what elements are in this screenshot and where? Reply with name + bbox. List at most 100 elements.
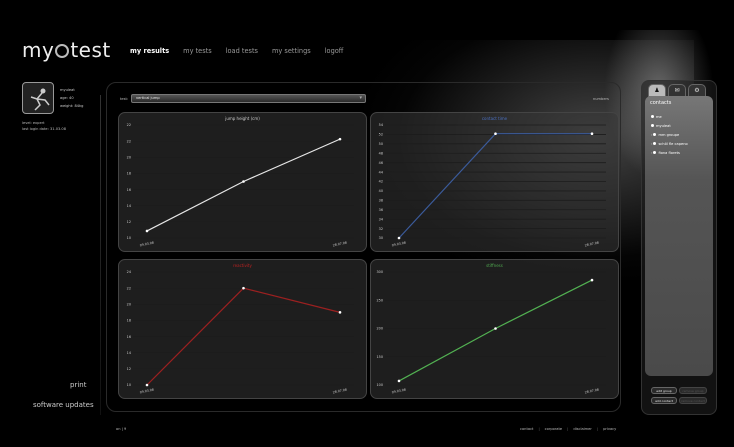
footer-privacy[interactable]: privacy xyxy=(603,427,616,431)
x-tick-label: 09.03.08 xyxy=(139,388,154,395)
profile-name: myuleat xyxy=(60,88,75,92)
y-tick-label: 14 xyxy=(127,351,131,355)
test-select-value: vertical jump xyxy=(136,96,160,100)
pager-text[interactable]: on | 9 xyxy=(116,427,126,431)
top-navigation: my results my tests load tests my settin… xyxy=(130,47,343,55)
chart-jump-height: 22 22 20 18 16 14 12 10 09.03.08 28.07.08 jump he… xyxy=(118,112,367,252)
data-point xyxy=(590,278,594,282)
logo-o-icon xyxy=(55,44,70,58)
nav-my-tests[interactable]: my tests xyxy=(183,47,212,55)
y-tick-label: 150 xyxy=(377,355,383,359)
x-tick-label: 09.03.08 xyxy=(139,241,154,248)
x-tick-label: 28.07.08 xyxy=(332,388,347,395)
y-tick-label: 48 xyxy=(379,151,383,155)
data-point xyxy=(338,311,342,314)
contacts-list: me myuleat › mm groupe › schöl fle capeno … xyxy=(651,113,688,158)
test-select[interactable]: vertical jump ▾ xyxy=(131,94,366,103)
divider xyxy=(100,95,101,415)
chart-svg: 22 22 20 18 16 14 12 10 09.03.08 28.07.08 xyxy=(127,123,354,248)
contact-item[interactable]: › fiona florets xyxy=(651,149,688,158)
x-tick-label: 28.07.08 xyxy=(584,241,599,248)
test-label: test: xyxy=(120,97,129,101)
print-link[interactable]: print xyxy=(70,381,86,389)
chart-svg: 54 52 50 48 46 44 42 40 38 36 34 32 30 09.03.08 28.07.… xyxy=(379,123,606,248)
y-tick-label: 14 xyxy=(127,204,131,208)
data-point xyxy=(242,286,245,290)
nav-logoff[interactable]: logoff xyxy=(325,47,344,55)
chart-title: contact time xyxy=(481,116,508,121)
x-tick-label: 09.03.08 xyxy=(391,241,406,248)
y-tick-label: 22 xyxy=(127,139,131,143)
y-tick-label: 52 xyxy=(379,133,383,137)
remove-contact-button[interactable]: remove contact xyxy=(679,397,707,404)
series-line xyxy=(146,138,341,232)
numbers-toggle[interactable]: numbers xyxy=(593,97,609,101)
profile-last-login: last login date: 31.03.08 xyxy=(22,127,66,131)
chart-title: stiffness xyxy=(486,263,503,268)
chart-reactivity: 24 22 20 18 16 14 12 10 09.03.08 28.07.08 reactiv… xyxy=(118,259,367,399)
footer-corporate[interactable]: corporate xyxy=(545,427,562,431)
remove-group-button[interactable]: remove group xyxy=(679,387,707,394)
data-point xyxy=(145,229,149,233)
y-tick-label: 22 xyxy=(127,286,131,290)
y-tick-label: 16 xyxy=(127,335,131,339)
y-tick-label: 36 xyxy=(379,208,383,212)
chart-title: reactivity xyxy=(233,263,252,268)
add-contact-button[interactable]: add contact xyxy=(651,397,677,404)
y-tick-label: 10 xyxy=(127,383,131,387)
contact-item[interactable]: me xyxy=(651,113,688,122)
avatar[interactable] xyxy=(22,82,54,114)
y-tick-label: 10 xyxy=(127,236,131,240)
y-tick-label: 18 xyxy=(127,172,131,176)
profile-age: age: 40 xyxy=(60,96,74,100)
y-tick-label: 42 xyxy=(379,180,383,184)
profile-card: myuleat age: 40 weight: 84kg xyxy=(22,82,92,114)
chart-svg: 24 22 20 18 16 14 12 10 09.03.08 28.07.08 xyxy=(127,270,354,395)
nav-my-results[interactable]: my results xyxy=(130,47,169,55)
contact-item[interactable]: › mm groupe xyxy=(651,131,688,140)
chart-stiffness: 300 250 200 150 100 09.03.08 28.07.08 stiffnes… xyxy=(370,259,619,399)
y-tick-label: 16 xyxy=(127,188,131,192)
chevron-right-icon: › xyxy=(651,151,653,155)
contact-item[interactable]: myuleat xyxy=(651,122,688,131)
data-point xyxy=(494,327,497,330)
y-tick-label: 300 xyxy=(377,270,383,274)
data-point xyxy=(338,137,342,141)
contact-item[interactable]: › schöl fle capeno xyxy=(651,140,688,149)
y-tick-label: 44 xyxy=(379,170,383,174)
chevron-down-icon: ▾ xyxy=(359,95,362,101)
profile-info: myuleat age: 40 weight: 84kg xyxy=(60,86,83,110)
y-tick-label: 18 xyxy=(127,319,131,323)
y-tick-label: 22 xyxy=(127,123,131,127)
nav-load-tests[interactable]: load tests xyxy=(226,47,258,55)
y-tick-label: 38 xyxy=(379,199,383,203)
chart-contact-time: 54 52 50 48 46 44 42 40 38 36 34 32 30 09.03.08 28.07.… xyxy=(370,112,619,252)
data-point xyxy=(145,383,149,387)
x-tick-label: 09.03.08 xyxy=(391,388,406,395)
x-tick-label: 28.07.08 xyxy=(332,241,347,248)
user-icon xyxy=(651,124,654,127)
y-tick-label: 54 xyxy=(379,123,383,127)
software-updates-link[interactable]: software updates xyxy=(33,401,94,409)
nav-my-settings[interactable]: my settings xyxy=(272,47,311,55)
chevron-right-icon: › xyxy=(651,133,653,137)
chart-title: jump height (cm) xyxy=(225,116,260,121)
y-tick-label: 100 xyxy=(377,383,383,387)
y-tick-label: 32 xyxy=(379,227,383,231)
chevron-right-icon: › xyxy=(651,142,653,146)
y-tick-label: 20 xyxy=(127,155,131,159)
y-tick-label: 250 xyxy=(377,298,383,302)
footer-contact[interactable]: contact xyxy=(520,427,533,431)
profile-weight: weight: 84kg xyxy=(60,104,84,108)
footer-disclaimer[interactable]: disclaimer xyxy=(573,427,592,431)
data-point xyxy=(494,132,497,135)
edit-group-button[interactable]: edit group xyxy=(651,387,677,394)
data-point xyxy=(242,180,245,183)
chart-svg: 300 250 200 150 100 09.03.08 28.07.08 xyxy=(377,270,606,395)
y-tick-label: 50 xyxy=(379,142,383,146)
data-point xyxy=(590,132,594,135)
y-tick-label: 200 xyxy=(377,327,383,331)
data-point xyxy=(397,236,401,240)
athlete-icon xyxy=(30,88,50,111)
x-tick-label: 28.07.08 xyxy=(584,388,599,395)
